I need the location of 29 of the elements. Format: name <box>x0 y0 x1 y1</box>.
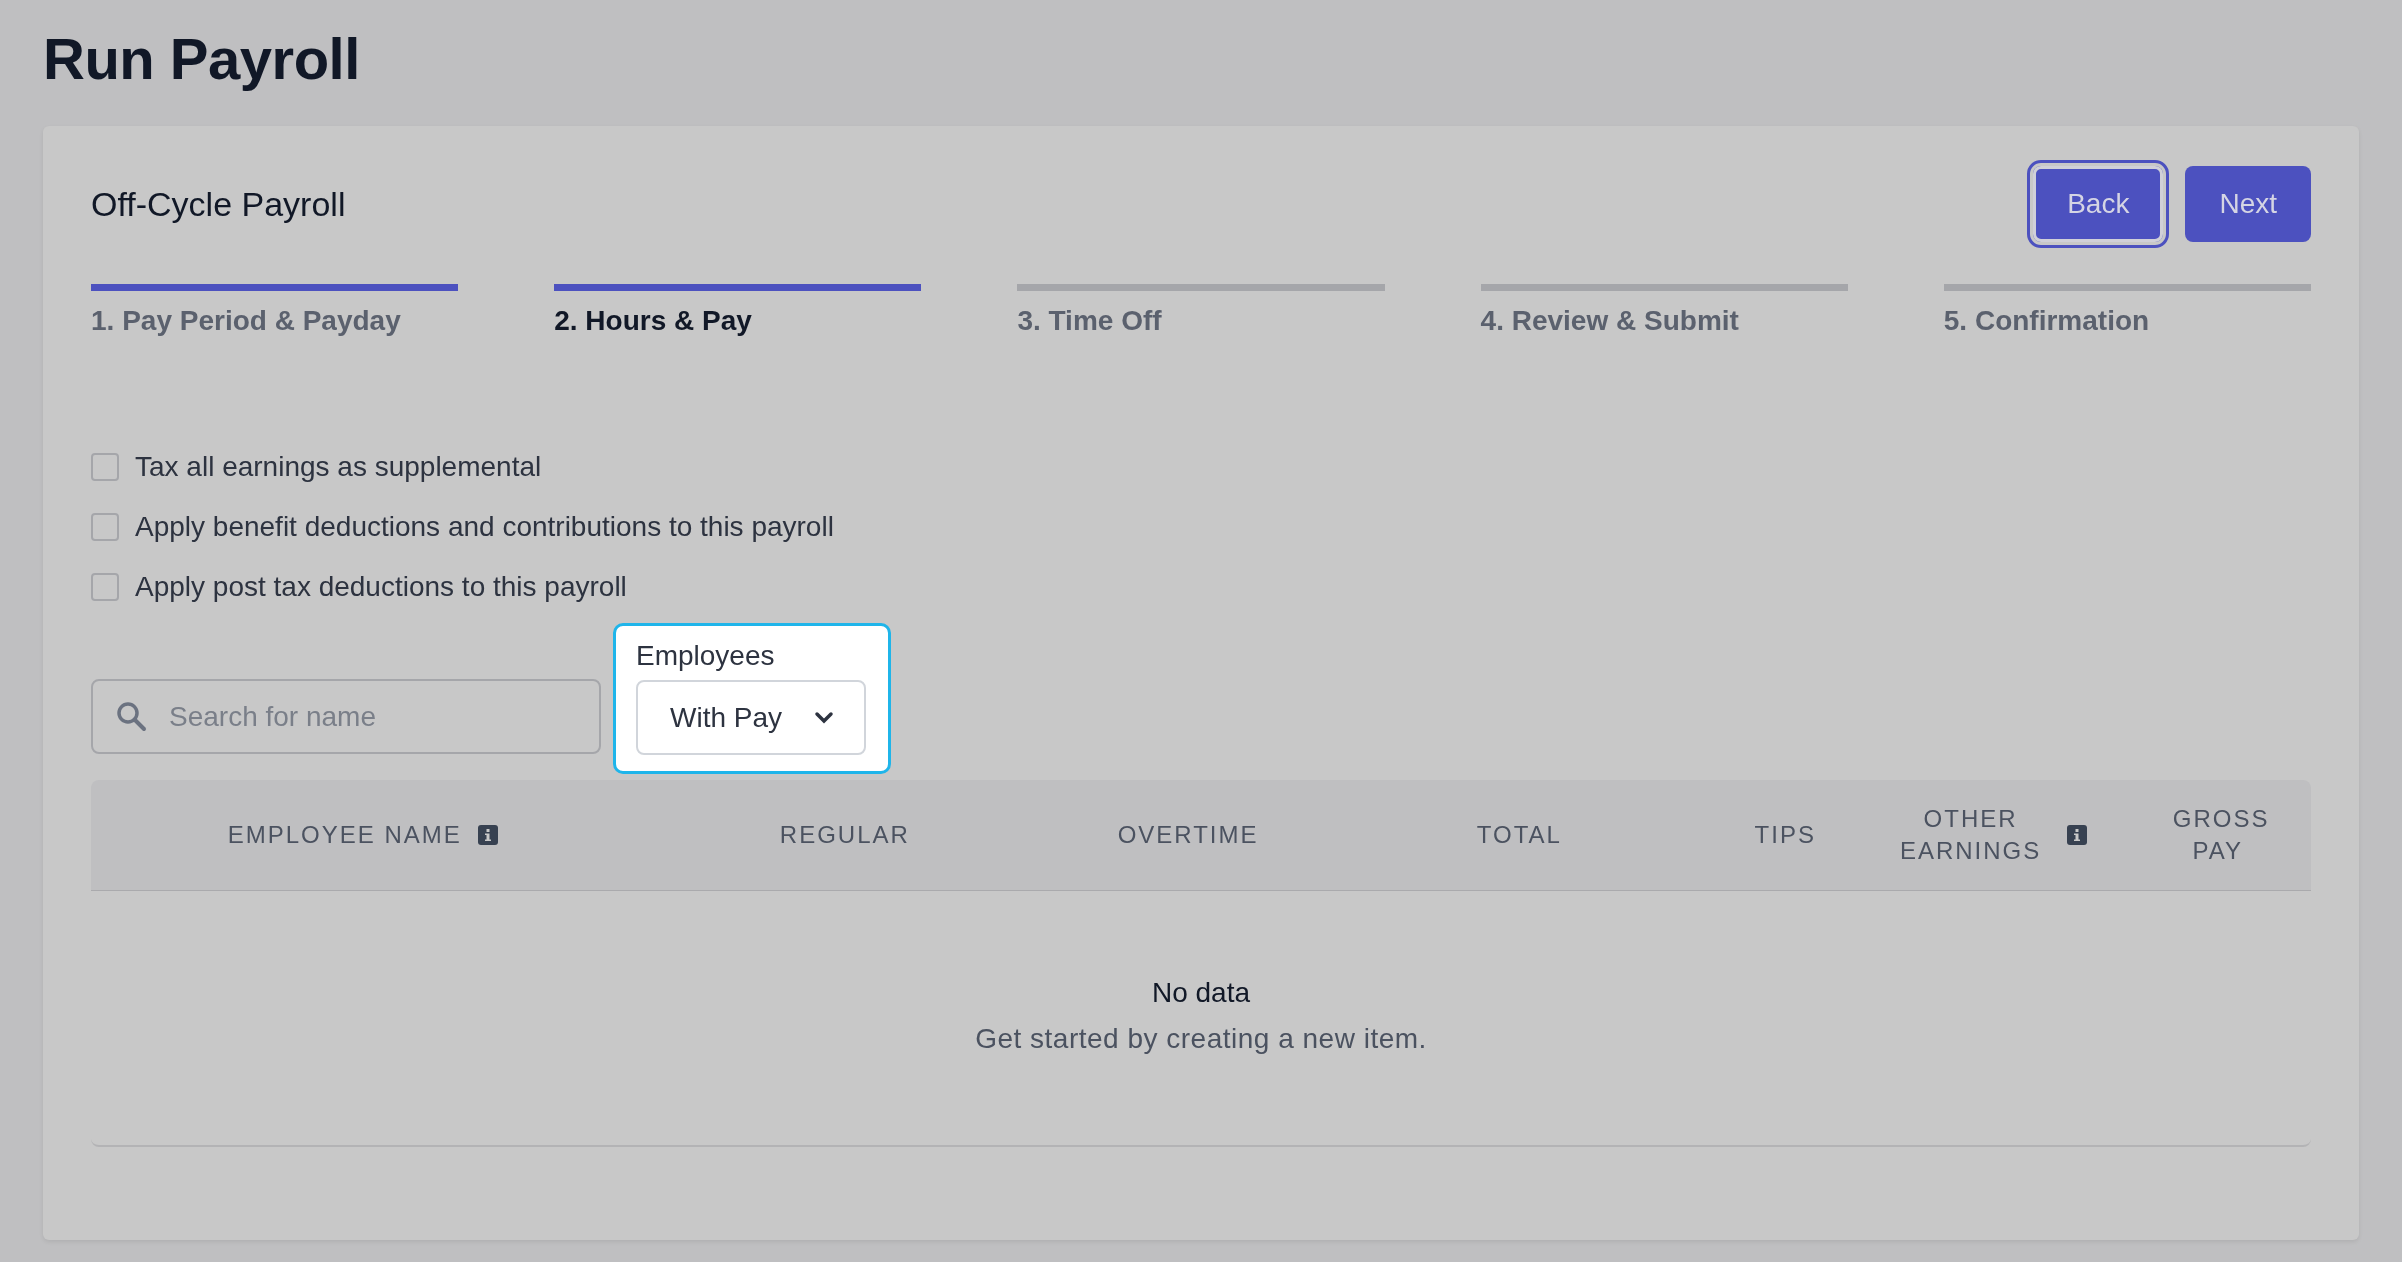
step-tab[interactable]: 5. Confirmation <box>1943 284 2311 337</box>
card-title: Off-Cycle Payroll <box>91 184 346 224</box>
checkbox[interactable] <box>91 453 119 481</box>
step-tab[interactable]: 1. Pay Period & Payday <box>91 284 459 337</box>
checkbox-label: Apply post tax deductions to this payroll <box>135 571 627 603</box>
chevron-down-icon <box>814 710 834 725</box>
empty-message: Get started by creating a new item. <box>975 1023 1427 1055</box>
filter-label: Employees <box>636 640 776 672</box>
search-field[interactable]: Search for name <box>91 679 601 754</box>
column-header: OVERTIME <box>1117 820 1259 850</box>
info-icon <box>477 825 498 845</box>
next-button[interactable]: Next <box>2185 166 2311 242</box>
step-tab[interactable]: 2. Hours & Pay <box>554 284 922 337</box>
step-tab[interactable]: 3. Time Off <box>1017 284 1385 337</box>
column-header: TIPS <box>1754 820 1816 850</box>
checkbox[interactable] <box>91 573 119 601</box>
checkbox-label: Apply benefit deductions and contributions to this payroll <box>135 511 834 543</box>
checkbox-label: Tax all earnings as supplemental <box>135 451 542 483</box>
employees-select[interactable]: With Pay <box>636 680 866 755</box>
checkbox[interactable] <box>91 513 119 541</box>
column-header: REGULAR <box>779 820 910 850</box>
step-tab[interactable]: 4. Review & Submit <box>1480 284 1848 337</box>
empty-title: No data <box>1151 977 1251 1009</box>
column-header: EMPLOYEE NAME <box>227 820 462 850</box>
column-header: OTHER EARNINGS <box>1898 804 2043 866</box>
column-header: TOTAL <box>1476 820 1562 850</box>
search-icon <box>115 700 147 732</box>
page-title: Run Payroll <box>43 25 361 93</box>
info-icon <box>2066 825 2087 845</box>
